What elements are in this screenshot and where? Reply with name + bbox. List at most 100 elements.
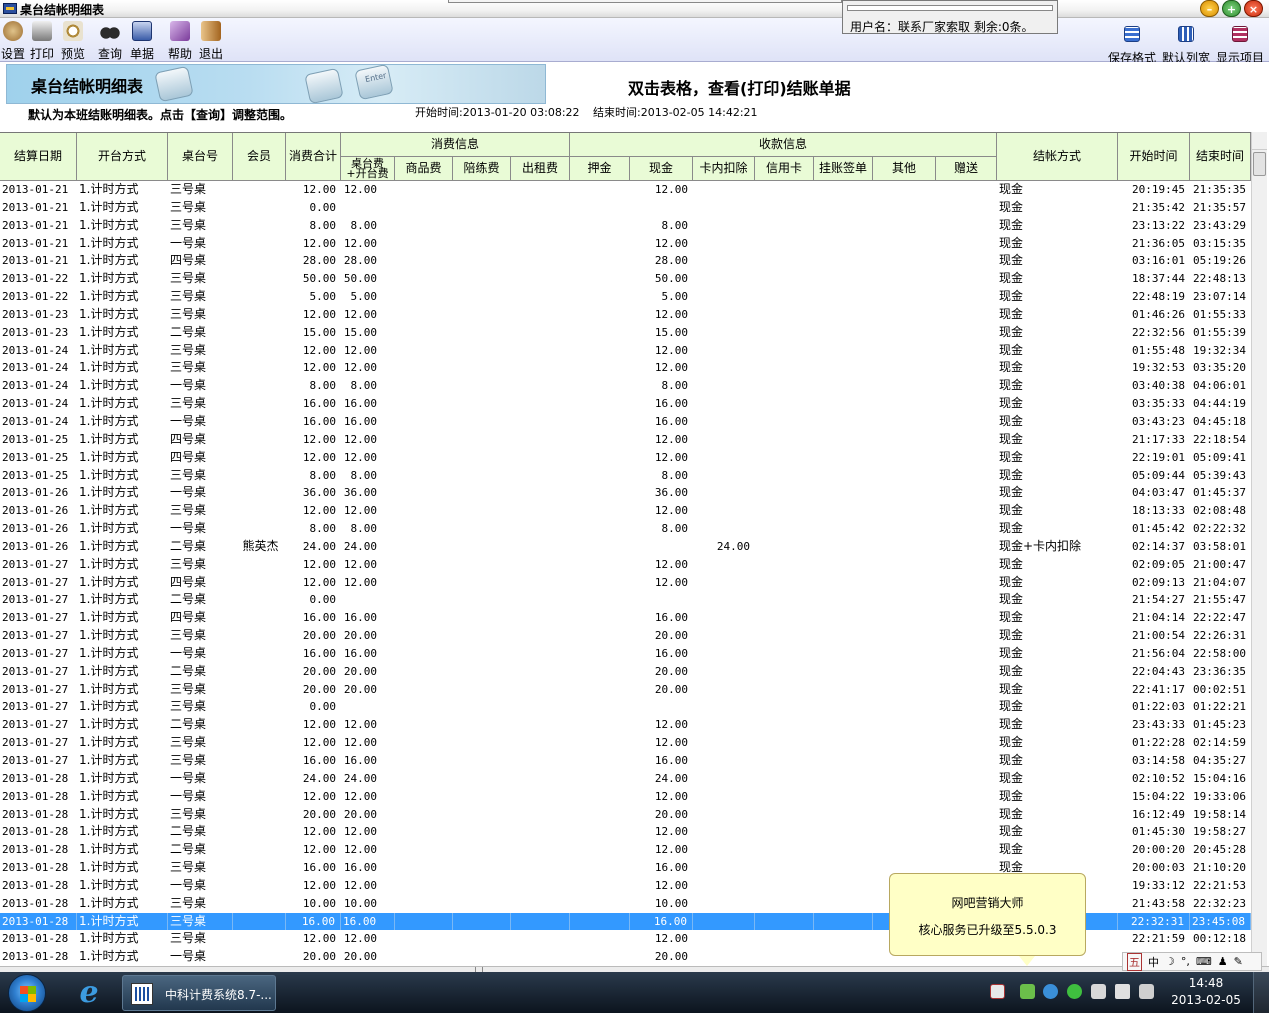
col-header-mode[interactable]: 开台方式	[77, 133, 168, 181]
ime-tray-icon[interactable]	[990, 984, 1005, 999]
bill-button[interactable]: 单据	[129, 21, 155, 61]
maximize-button[interactable]: +	[1222, 0, 1241, 17]
table-row[interactable]: 2013-01-23 1.计时方式 二号桌 15.00 15.00 15.00 现金 22:3…	[0, 324, 1251, 342]
col-header-other[interactable]: 其他	[873, 157, 936, 181]
table-row[interactable]: 2013-01-25 1.计时方式 四号桌 12.00 12.00 12.00 现金 22:1…	[0, 449, 1251, 467]
col-header-deposit[interactable]: 押金	[570, 157, 630, 181]
table-row[interactable]: 2013-01-22 1.计时方式 三号桌 50.00 50.00 50.00 现金 18:3…	[0, 270, 1251, 288]
col-header-table-fee[interactable]: 桌台费+开台费	[341, 157, 395, 181]
blue-globe-icon[interactable]	[1043, 984, 1058, 999]
table-row[interactable]: 2013-01-24 1.计时方式 三号桌 12.00 12.00 12.00 现金 19:3…	[0, 359, 1251, 377]
table-row[interactable]: 2013-01-24 1.计时方式 一号桌 8.00 8.00 8.00 现金 03:40:3…	[0, 377, 1251, 395]
user-icon[interactable]: ♟	[1218, 955, 1228, 968]
table-row[interactable]: 2013-01-23 1.计时方式 三号桌 12.00 12.00 12.00 现金 01:4…	[0, 306, 1251, 324]
table-row[interactable]: 2013-01-25 1.计时方式 四号桌 12.00 12.00 12.00 现金 21:1…	[0, 431, 1251, 449]
table-row[interactable]: 2013-01-25 1.计时方式 三号桌 8.00 8.00 8.00 现金 05:09:4…	[0, 467, 1251, 485]
help-button[interactable]: 帮助	[167, 21, 193, 61]
col-header-companion[interactable]: 陪练费	[453, 157, 511, 181]
table-row[interactable]: 2013-01-26 1.计时方式 二号桌 熊英杰 24.00 24.00 24.00 现金+…	[0, 538, 1251, 556]
table-row[interactable]: 2013-01-21 1.计时方式 三号桌 12.00 12.00 12.00 现金 20:1…	[0, 181, 1251, 199]
col-header-goods[interactable]: 商品费	[395, 157, 453, 181]
keyboard-icon[interactable]: ⌨	[1196, 955, 1212, 968]
start-button[interactable]	[8, 974, 46, 1012]
settings-button[interactable]: 设置	[0, 21, 26, 61]
table-row[interactable]: 2013-01-27 1.计时方式 三号桌 16.00 16.00 16.00 现金 03:1…	[0, 752, 1251, 770]
wrench-icon[interactable]: ✎	[1234, 955, 1243, 968]
exit-button[interactable]: 退出	[198, 21, 224, 61]
col-header-member[interactable]: 会员	[233, 133, 286, 181]
table-row[interactable]: 2013-01-27 1.计时方式 三号桌 20.00 20.00 20.00 现金 21:0…	[0, 627, 1251, 645]
table-row[interactable]: 2013-01-27 1.计时方式 三号桌 0.00 现金 01:22:03 01:22:2…	[0, 698, 1251, 716]
green-shield-icon[interactable]	[1020, 984, 1035, 999]
volume-icon[interactable]	[1115, 984, 1130, 999]
show-items-button[interactable]: 显示项目	[1214, 21, 1266, 65]
table-row[interactable]: 2013-01-28 1.计时方式 一号桌 12.00 12.00 12.00 现金 15:0…	[0, 788, 1251, 806]
table-row[interactable]: 2013-01-22 1.计时方式 三号桌 5.00 5.00 5.00 现金 22:48:1…	[0, 288, 1251, 306]
table-row[interactable]: 2013-01-27 1.计时方式 四号桌 16.00 16.00 16.00 现金 21:0…	[0, 609, 1251, 627]
table-row[interactable]: 2013-01-21 1.计时方式 三号桌 8.00 8.00 8.00 现金 23:13:2…	[0, 217, 1251, 235]
ime-mode[interactable]: 五	[1127, 952, 1142, 971]
close-button[interactable]: ×	[1244, 0, 1263, 17]
table-row[interactable]: 2013-01-28 1.计时方式 二号桌 12.00 12.00 12.00 现金 01:4…	[0, 823, 1251, 841]
default-width-button[interactable]: 默认列宽	[1160, 21, 1212, 65]
minimize-button[interactable]: –	[1200, 0, 1219, 17]
table-row[interactable]: 2013-01-24 1.计时方式 三号桌 12.00 12.00 12.00 现金 01:5…	[0, 342, 1251, 360]
col-header-card-deduct[interactable]: 卡内扣除	[693, 157, 755, 181]
table-row[interactable]: 2013-01-27 1.计时方式 三号桌 12.00 12.00 12.00 现金 01:2…	[0, 734, 1251, 752]
table-row[interactable]: 2013-01-21 1.计时方式 一号桌 12.00 12.00 12.00 现金 21:3…	[0, 235, 1251, 253]
system-clock[interactable]: 14:48 2013-02-05	[1168, 976, 1244, 1007]
table-row[interactable]: 2013-01-27 1.计时方式 三号桌 20.00 20.00 20.00 现金 22:4…	[0, 681, 1251, 699]
col-header-credit[interactable]: 信用卡	[755, 157, 814, 181]
query-button[interactable]: 查询	[97, 21, 123, 61]
taskbar-app-billing[interactable]: 中科计费系统8.7-...	[122, 975, 276, 1011]
print-button[interactable]: 打印	[29, 21, 55, 61]
scroll-thumb[interactable]	[1253, 152, 1266, 176]
title-bar[interactable]: 桌台结帐明细表 – + ×	[0, 0, 1269, 18]
col-header-start[interactable]: 开始时间	[1118, 133, 1190, 181]
cell-card-deduct	[695, 413, 755, 431]
col-header-table[interactable]: 桌台号	[168, 133, 233, 181]
show-desktop-button[interactable]	[1253, 972, 1269, 1013]
col-header-date[interactable]: 结算日期	[0, 133, 77, 181]
notification-balloon[interactable]: 网吧营销大师 核心服务已升级至5.5.0.3	[889, 873, 1086, 966]
table-row[interactable]: 2013-01-28 1.计时方式 三号桌 20.00 20.00 20.00 现金 16:1…	[0, 806, 1251, 824]
col-header-end[interactable]: 结束时间	[1190, 133, 1251, 181]
col-header-cash[interactable]: 现金	[630, 157, 693, 181]
cell-end: 23:45:08	[1192, 912, 1251, 931]
table-row[interactable]: 2013-01-27 1.计时方式 三号桌 12.00 12.00 12.00 现金 02:0…	[0, 556, 1251, 574]
network-icon[interactable]	[1091, 984, 1106, 999]
table-row[interactable]: 2013-01-27 1.计时方式 四号桌 12.00 12.00 12.00 现金 02:0…	[0, 574, 1251, 592]
table-row[interactable]: 2013-01-28 1.计时方式 一号桌 24.00 24.00 24.00 现金 02:1…	[0, 770, 1251, 788]
moon-icon[interactable]: ☽	[1165, 955, 1175, 968]
col-header-settle[interactable]: 结帐方式	[997, 133, 1118, 181]
green-x-icon[interactable]	[1067, 984, 1082, 999]
table-row[interactable]: 2013-01-21 1.计时方式 三号桌 0.00 现金 21:35:42 21:35:5…	[0, 199, 1251, 217]
col-header-gift[interactable]: 赠送	[936, 157, 997, 181]
table-row[interactable]: 2013-01-27 1.计时方式 二号桌 0.00 现金 21:54:27 21:55:4…	[0, 591, 1251, 609]
table-row[interactable]: 2013-01-28 1.计时方式 二号桌 12.00 12.00 12.00 现金 20:0…	[0, 841, 1251, 859]
col-header-total[interactable]: 消费合计	[286, 133, 341, 181]
col-header-rent[interactable]: 出租费	[511, 157, 570, 181]
col-header-charge[interactable]: 挂账签单	[814, 157, 873, 181]
internet-explorer-icon[interactable]: e	[72, 976, 106, 1010]
table-row[interactable]: 2013-01-27 1.计时方式 二号桌 20.00 20.00 20.00 现金 22:0…	[0, 663, 1251, 681]
ime-lang[interactable]: 中	[1148, 954, 1159, 970]
cell-cash: 15.00	[654, 325, 688, 339]
cell-total: 12.00	[302, 736, 336, 750]
vertical-scrollbar[interactable]	[1251, 132, 1267, 966]
table-row[interactable]: 2013-01-27 1.计时方式 二号桌 12.00 12.00 12.00 现金 23:4…	[0, 716, 1251, 734]
table-row[interactable]: 2013-01-26 1.计时方式 三号桌 12.00 12.00 12.00 现金 18:1…	[0, 502, 1251, 520]
table-row[interactable]: 2013-01-24 1.计时方式 一号桌 16.00 16.00 16.00 现金 03:4…	[0, 413, 1251, 431]
ime-toolbar[interactable]: 五 中 ☽ °, ⌨ ♟ ✎	[1122, 952, 1262, 971]
save-format-button[interactable]: 保存格式	[1106, 21, 1158, 65]
table-row[interactable]: 2013-01-26 1.计时方式 一号桌 36.00 36.00 36.00 现金 04:0…	[0, 484, 1251, 502]
table-row[interactable]: 2013-01-21 1.计时方式 四号桌 28.00 28.00 28.00 现金 03:1…	[0, 252, 1251, 270]
table-row[interactable]: 2013-01-24 1.计时方式 三号桌 16.00 16.00 16.00 现金 03:3…	[0, 395, 1251, 413]
scroll-up-arrow[interactable]	[1252, 132, 1267, 150]
table-row[interactable]: 2013-01-26 1.计时方式 一号桌 8.00 8.00 8.00 现金 01:45:4…	[0, 520, 1251, 538]
settlement-grid[interactable]: 结算日期 开台方式 桌台号 会员 消费合计 消费信息 桌台费+开台费 商品费 陪…	[0, 132, 1251, 966]
punctuation-icon[interactable]: °,	[1181, 955, 1190, 968]
preview-button[interactable]: 预览	[60, 21, 86, 61]
action-center-icon[interactable]	[1139, 984, 1154, 999]
table-row[interactable]: 2013-01-27 1.计时方式 一号桌 16.00 16.00 16.00 现金 21:5…	[0, 645, 1251, 663]
